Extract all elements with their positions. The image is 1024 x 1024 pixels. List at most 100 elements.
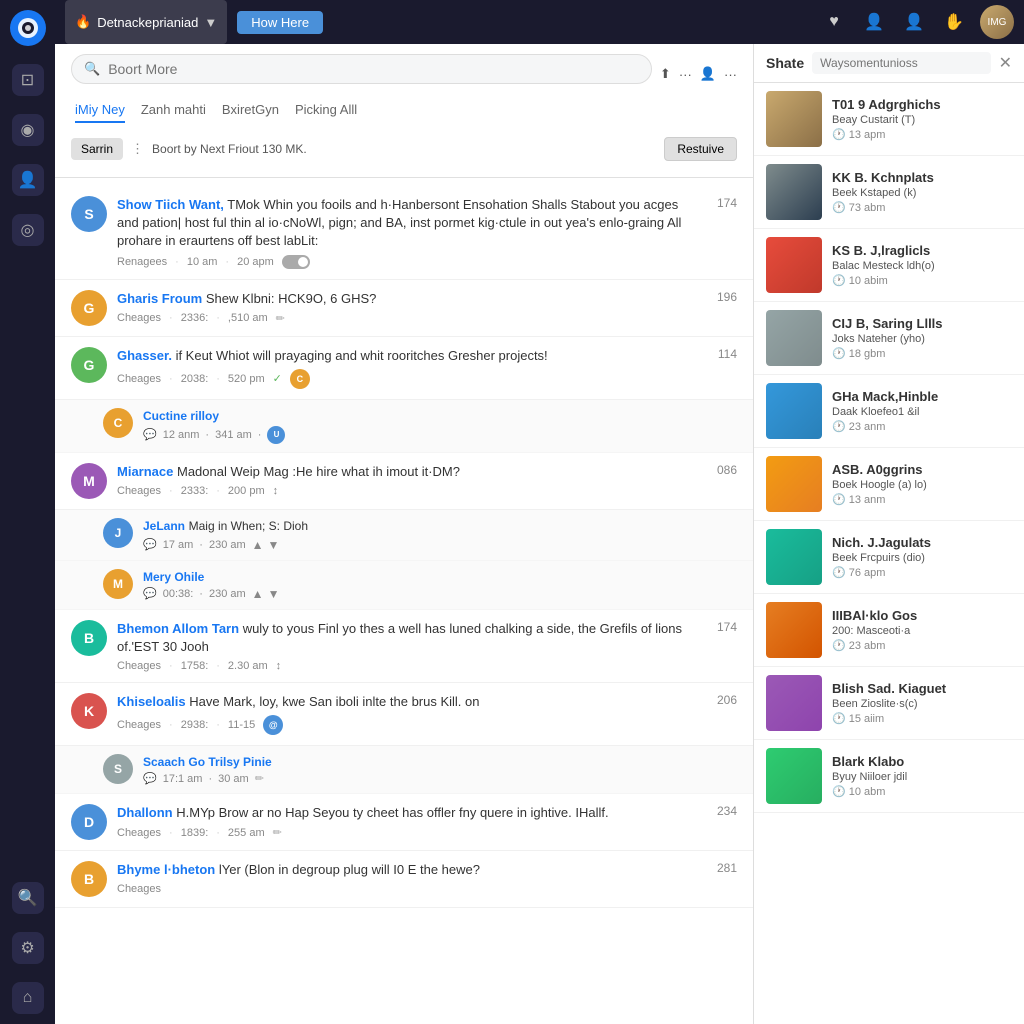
post-author[interactable]: Dhallonn — [117, 805, 173, 820]
edit-icon[interactable]: ✏ — [273, 826, 282, 839]
nav-messages-icon[interactable]: ⊡ — [12, 64, 44, 96]
right-item-time: 🕐 18 gbm — [832, 347, 1012, 360]
right-item-subtitle: 200: Masceoti·a — [832, 625, 1012, 637]
arrows-icon[interactable]: ↕ — [276, 660, 282, 672]
right-item-image — [766, 310, 822, 366]
user-add-icon[interactable]: 👤 — [700, 66, 716, 82]
right-list-item[interactable]: Blish Sad. Kiaguet Been Zioslite·s(c) 🕐 … — [754, 667, 1024, 740]
right-item-title: CIJ B, Saring Lllls — [832, 316, 1012, 331]
user-icon-1[interactable]: 👤 — [860, 8, 888, 36]
right-list-item[interactable]: KS B. J,lraglicls Balac Mesteck ldh(o) 🕐… — [754, 229, 1024, 302]
post-author[interactable]: Bhemon Allom Tarn — [117, 621, 239, 636]
right-list-item[interactable]: ASB. A0ggrins Boek Hoogle (a) lo) 🕐 13 a… — [754, 448, 1024, 521]
clock-icon: 🕐 — [832, 201, 846, 214]
user-icon-2[interactable]: 👤 — [900, 8, 928, 36]
edit-icon[interactable]: ✏ — [255, 772, 264, 785]
nav-search-bottom-icon[interactable]: 🔍 — [12, 882, 44, 914]
right-item-info: CIJ B, Saring Lllls Joks Nateher (yho) 🕐… — [832, 316, 1012, 360]
right-panel-close-icon[interactable]: ✕ — [999, 53, 1012, 73]
reply-author[interactable]: JeLann — [143, 519, 185, 533]
upvote-icon[interactable]: ▲ — [252, 538, 264, 552]
time-text: 13 anm — [849, 494, 886, 506]
meta-label: Cheages — [117, 827, 161, 839]
post-content: Show Tiich Want, TMok Whin you fooils an… — [117, 196, 697, 269]
content-area: 🔍 ⬆ ··· 👤 ··· iMiy Ney Zanh mahti Bxiret… — [55, 44, 1024, 1024]
post-author[interactable]: Miarnace — [117, 464, 173, 479]
post-meta: Cheages · 1839: · 255 am ✏ — [117, 826, 697, 839]
post-text: lYer (Blon in degroup plug will I0 E the… — [219, 862, 480, 877]
right-item-subtitle: Been Zioslite·s(c) — [832, 698, 1012, 710]
upload-icon[interactable]: ⬆ — [660, 66, 671, 82]
tab-imiy-ney[interactable]: iMiy Ney — [75, 102, 125, 123]
post-meta: Cheages — [117, 883, 697, 895]
search-input[interactable] — [108, 61, 639, 77]
post-count: 196 — [707, 290, 737, 304]
right-list-item[interactable]: GHa Mack,Hinble Daak Kloefeo1 &il 🕐 23 a… — [754, 375, 1024, 448]
reply-icon: 💬 — [143, 538, 157, 551]
heart-icon[interactable]: ♥ — [820, 8, 848, 36]
meta-time1: 2336: — [181, 312, 209, 324]
post-avatar: M — [71, 463, 107, 499]
right-item-info: KK B. Kchnplats Beek Kstaped (k) 🕐 73 ab… — [832, 170, 1012, 214]
post-avatar: G — [71, 347, 107, 383]
downvote-icon[interactable]: ▼ — [268, 538, 280, 552]
right-item-title: IIIBAl·klo Gos — [832, 608, 1012, 623]
hand-icon[interactable]: ✋ — [940, 8, 968, 36]
reply-author[interactable]: Mery Ohile — [143, 570, 204, 584]
resolve-button[interactable]: Restuive — [664, 137, 737, 161]
right-list-item[interactable]: IIIBAl·klo Gos 200: Masceoti·a 🕐 23 abm — [754, 594, 1024, 667]
tab-picking[interactable]: Picking Alll — [295, 102, 357, 123]
right-list-item[interactable]: Nich. J.Jagulats Beek Frcpuirs (dio) 🕐 7… — [754, 521, 1024, 594]
post-text: if Keut Whiot will prayaging and whit ro… — [176, 348, 548, 363]
tab-bxiret[interactable]: BxiretGyn — [222, 102, 279, 123]
user-avatar[interactable]: IMG — [980, 5, 1014, 39]
edit-icon[interactable]: ✏ — [276, 312, 285, 325]
downvote-icon[interactable]: ▼ — [268, 587, 280, 601]
vote-buttons: ▲ ▼ — [252, 587, 280, 601]
reply-author[interactable]: Cuctine rilloy — [143, 409, 219, 423]
nav-users-icon[interactable]: 👤 — [12, 164, 44, 196]
nav-settings-icon[interactable]: ◎ — [12, 214, 44, 246]
post-author[interactable]: Gharis Froum — [117, 291, 202, 306]
more-icon[interactable]: ··· — [679, 67, 692, 82]
mention-avatar: @ — [263, 715, 283, 735]
options-icon[interactable]: ··· — [724, 67, 737, 82]
reply-meta: 💬 17 am · 230 am ▲ ▼ — [143, 538, 737, 552]
right-item-subtitle: Daak Kloefeo1 &il — [832, 406, 1012, 418]
topbar: 🔥 Detnackeprianiad ▼ How Here ♥ 👤 👤 ✋ IM… — [55, 0, 1024, 44]
reply-time1: 00:38: — [163, 588, 194, 600]
nav-radio-icon[interactable]: ◉ — [12, 114, 44, 146]
nav-home-icon[interactable]: ⌂ — [12, 982, 44, 1014]
app-logo[interactable] — [10, 10, 46, 46]
post-author[interactable]: Ghasser. — [117, 348, 172, 363]
reply-icon: 💬 — [143, 772, 157, 785]
nav-gear-icon[interactable]: ⚙ — [12, 932, 44, 964]
post-author[interactable]: Khiseloalis — [117, 694, 186, 709]
post-text: Shew Klbni: HCK9O, 6 GHS? — [206, 291, 377, 306]
toggle-icon[interactable] — [282, 255, 310, 269]
right-panel-search[interactable] — [812, 52, 990, 74]
right-list-item[interactable]: Blark Klabo Byuy Niiloer jdil 🕐 10 abm — [754, 740, 1024, 813]
arrows-icon[interactable]: ↕ — [273, 485, 279, 497]
right-item-image — [766, 383, 822, 439]
clock-icon: 🕐 — [832, 493, 846, 506]
time-text: 73 abm — [849, 202, 886, 214]
sort-button[interactable]: Sarrin — [71, 138, 123, 160]
right-list-item[interactable]: KK B. Kchnplats Beek Kstaped (k) 🕐 73 ab… — [754, 156, 1024, 229]
right-list-item[interactable]: CIJ B, Saring Lllls Joks Nateher (yho) 🕐… — [754, 302, 1024, 375]
meta-time1: 2038: — [181, 373, 209, 385]
reply-item: J JeLann Maig in When; S: Dioh 💬 17 am ·… — [55, 510, 753, 561]
post-content: Dhallonn H.MYp Brow ar no Hap Seyou ty c… — [117, 804, 697, 839]
feed-search-bar[interactable]: 🔍 — [71, 54, 652, 84]
dropdown-icon[interactable]: ▼ — [204, 15, 217, 30]
post-author[interactable]: Bhyme l·bheton — [117, 862, 215, 877]
right-item-title: Nich. J.Jagulats — [832, 535, 1012, 550]
upvote-icon[interactable]: ▲ — [252, 587, 264, 601]
fire-icon: 🔥 — [75, 14, 91, 30]
reply-author[interactable]: Scaach Go Trilsy Pinie — [143, 755, 272, 769]
post-author[interactable]: Show Tiich Want, — [117, 197, 224, 212]
right-item-image — [766, 164, 822, 220]
right-list-item[interactable]: T01 9 Adgrghichs Beay Custarit (T) 🕐 13 … — [754, 83, 1024, 156]
tab-zanh[interactable]: Zanh mahti — [141, 102, 206, 123]
how-here-button[interactable]: How Here — [237, 11, 323, 34]
